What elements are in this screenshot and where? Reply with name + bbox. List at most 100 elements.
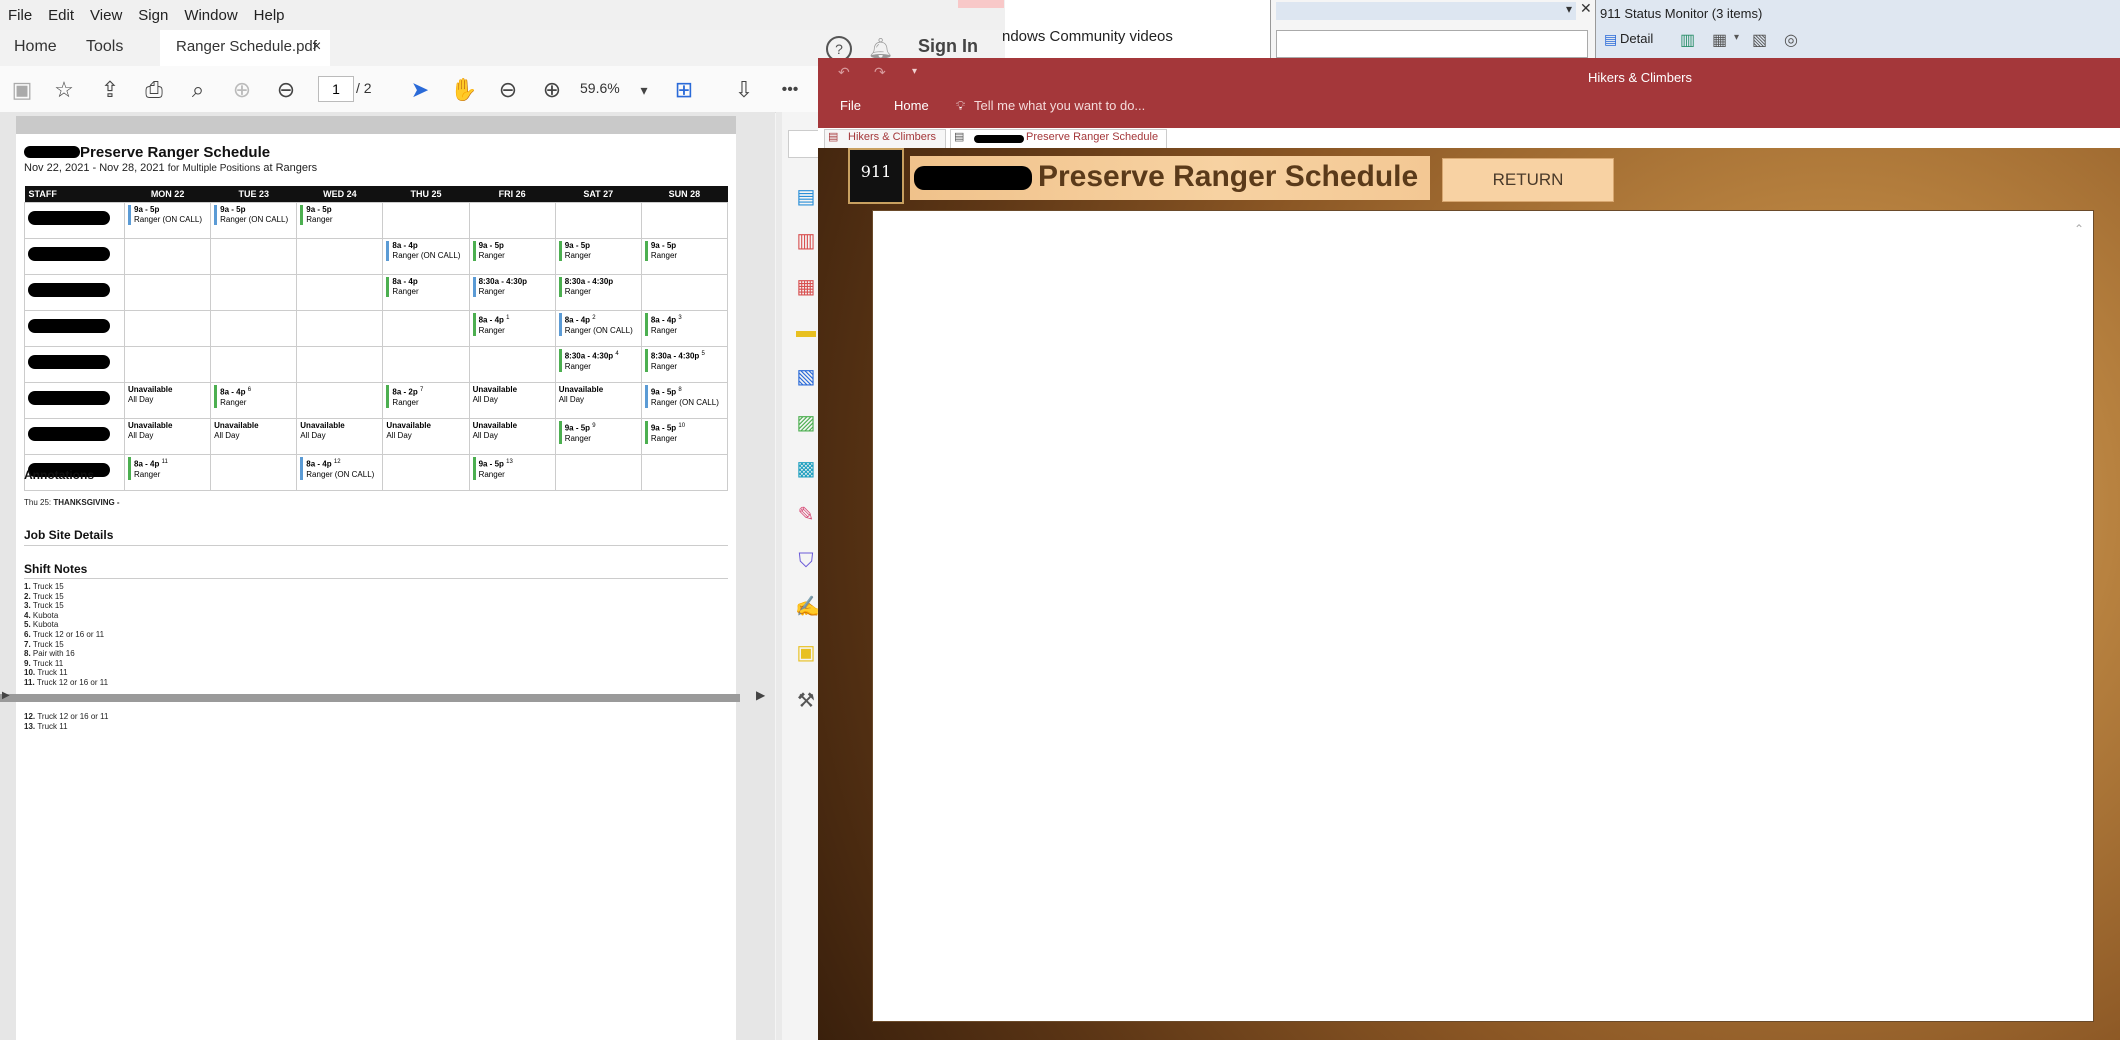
shift-entry[interactable]: 9a - 5p 10 Ranger <box>644 421 724 444</box>
upload-icon[interactable]: ⇪ <box>96 76 124 104</box>
shift-entry[interactable]: 9a - 5p 9 Ranger <box>558 421 638 444</box>
schedule-cell[interactable]: 9a - 5p 9 Ranger <box>554 418 642 455</box>
menu-edit[interactable]: Edit <box>48 7 74 24</box>
shift-entry[interactable]: 8a - 4p 12 Ranger (ON CALL) <box>300 457 379 480</box>
schedule-cell[interactable] <box>554 454 642 491</box>
schedule-cell[interactable] <box>210 274 298 311</box>
schedule-cell[interactable]: Unavailable All Day <box>382 418 470 455</box>
lightbulb-icon[interactable]: 💡︎ <box>956 98 965 114</box>
tell-me-input[interactable]: Tell me what you want to do... <box>974 98 1145 113</box>
shift-entry[interactable]: 8a - 2p 7 Ranger <box>386 385 465 408</box>
schedule-cell[interactable]: 8:30a - 4:30p Ranger <box>554 274 642 311</box>
page-number-input[interactable]: 1 <box>318 76 354 102</box>
view-icon[interactable]: ▦ <box>1712 30 1727 50</box>
shift-entry[interactable]: 9a - 5p Ranger <box>300 205 379 225</box>
schedule-cell[interactable]: 9a - 5p Ranger (ON CALL) <box>210 202 298 239</box>
schedule-cell[interactable]: 9a - 5p Ranger <box>468 238 556 275</box>
zoom-in-icon[interactable]: ⊕ <box>538 76 566 104</box>
close-icon[interactable]: ✕ <box>1580 0 1592 17</box>
shift-entry[interactable]: Unavailable All Day <box>386 421 465 441</box>
scroll-mode-icon[interactable]: ⇩ <box>730 76 758 104</box>
network-icon[interactable]: ▧ <box>1752 30 1767 50</box>
schedule-cell[interactable] <box>296 346 384 383</box>
schedule-cell[interactable] <box>210 238 298 275</box>
schedule-cell[interactable]: 8a - 4p 3 Ranger <box>640 310 729 347</box>
schedule-cell[interactable] <box>640 454 729 491</box>
shift-entry[interactable]: 8a - 4p 6 Ranger <box>214 385 293 408</box>
shift-entry[interactable]: 8:30a - 4:30p Ranger <box>472 277 552 297</box>
split-view-bar[interactable] <box>0 694 740 702</box>
protect-icon[interactable]: ⛉ <box>795 550 817 572</box>
schedule-cell[interactable]: 9a - 5p 13 Ranger <box>468 454 556 491</box>
fit-page-icon[interactable]: ⊞ <box>670 76 698 104</box>
combine-icon[interactable]: ▧ <box>795 366 817 388</box>
shift-entry[interactable]: Unavailable All Day <box>473 421 552 441</box>
menu-sign[interactable]: Sign <box>138 7 168 24</box>
star-icon[interactable]: ☆ <box>50 76 78 104</box>
scan-icon[interactable]: ▩ <box>795 458 817 480</box>
schedule-cell[interactable]: 8a - 4p 1 Ranger <box>468 310 556 347</box>
return-button[interactable]: RETURN <box>1442 158 1614 202</box>
expand-pane-arrow-icon[interactable]: ▶ <box>756 688 765 702</box>
shift-entry[interactable]: 9a - 5p 8 Ranger (ON CALL) <box>644 385 724 408</box>
create-pdf-icon[interactable]: ▥ <box>795 230 817 252</box>
shift-entry[interactable]: 8:30a - 4:30p 5 Ranger <box>644 349 724 372</box>
shift-entry[interactable]: Unavailable All Day <box>300 421 379 441</box>
schedule-cell[interactable]: 8a - 4p 12 Ranger (ON CALL) <box>296 454 384 491</box>
ribbon-file[interactable]: File <box>840 98 861 113</box>
schedule-cell[interactable] <box>382 202 470 239</box>
undo-icon[interactable]: ↶ <box>838 64 850 81</box>
schedule-cell[interactable]: 8a - 4p Ranger <box>382 274 470 311</box>
shift-entry[interactable]: 9a - 5p Ranger <box>644 241 724 261</box>
zoom-dropdown-icon[interactable]: ▾ <box>630 76 658 104</box>
schedule-cell[interactable] <box>382 310 470 347</box>
settings-icon[interactable]: ◎ <box>1784 30 1798 50</box>
shift-entry[interactable]: 9a - 5p Ranger <box>472 241 552 261</box>
shift-entry[interactable]: 8a - 4p Ranger <box>386 277 465 297</box>
tab-tools[interactable]: Tools <box>86 38 123 56</box>
edit-pdf-icon[interactable]: ▦ <box>795 276 817 298</box>
schedule-cell[interactable]: 9a - 5p Ranger (ON CALL) <box>123 202 212 239</box>
schedule-cell[interactable] <box>468 346 556 383</box>
zoom-level[interactable]: 59.6% <box>580 80 620 96</box>
schedule-cell[interactable]: Unavailable All Day <box>296 418 384 455</box>
shift-entry[interactable]: 8a - 4p 1 Ranger <box>472 313 552 336</box>
schedule-cell[interactable] <box>382 454 470 491</box>
view-dropdown-icon[interactable]: ▾ <box>1734 32 1739 43</box>
schedule-cell[interactable] <box>123 346 212 383</box>
tools-search-input[interactable] <box>788 130 820 158</box>
shift-entry[interactable]: Unavailable All Day <box>559 385 638 405</box>
schedule-cell[interactable]: 8a - 2p 7 Ranger <box>382 382 470 419</box>
menu-file[interactable]: File <box>8 7 32 24</box>
hand-tool-icon[interactable]: ✋ <box>450 76 478 104</box>
schedule-cell[interactable]: 9a - 5p 8 Ranger (ON CALL) <box>640 382 729 419</box>
schedule-cell[interactable]: Unavailable All Day <box>554 382 642 419</box>
schedule-viewer-area[interactable] <box>872 210 2094 1022</box>
zoom-out-icon[interactable]: ⊖ <box>494 76 522 104</box>
shift-entry[interactable]: Unavailable All Day <box>128 385 207 405</box>
quick-access-dropdown-icon[interactable]: ▾ <box>912 66 917 77</box>
schedule-cell[interactable]: 9a - 5p Ranger <box>554 238 642 275</box>
shift-entry[interactable]: Unavailable All Day <box>128 421 207 441</box>
shift-entry[interactable]: 8:30a - 4:30p Ranger <box>558 277 638 297</box>
schedule-cell[interactable] <box>123 274 212 311</box>
tab-close-icon[interactable]: × <box>312 38 321 56</box>
schedule-cell[interactable]: 9a - 5p Ranger <box>640 238 729 275</box>
more-tools-icon[interactable]: ••• <box>776 76 804 104</box>
shift-entry[interactable]: Unavailable All Day <box>214 421 293 441</box>
redo-icon[interactable]: ↷ <box>874 64 886 81</box>
comment-icon[interactable]: ▬ <box>795 320 817 342</box>
send-for-review-icon[interactable]: ▣ <box>795 642 817 664</box>
shift-entry[interactable]: 8a - 4p 2 Ranger (ON CALL) <box>558 313 638 336</box>
dropdown-field[interactable] <box>1276 2 1576 20</box>
background-input[interactable] <box>1276 30 1588 58</box>
schedule-cell[interactable]: Unavailable All Day <box>210 418 298 455</box>
select-cursor-icon[interactable]: ➤ <box>406 76 434 104</box>
dropdown-arrow-icon[interactable]: ▾ <box>1566 2 1572 16</box>
sign-in-button[interactable]: Sign In <box>918 36 978 57</box>
schedule-cell[interactable] <box>210 310 298 347</box>
schedule-cell[interactable]: Unavailable All Day <box>468 382 556 419</box>
redact-icon[interactable]: ✎ <box>795 504 817 526</box>
save-icon[interactable]: ▣ <box>8 76 36 104</box>
schedule-cell[interactable] <box>382 346 470 383</box>
